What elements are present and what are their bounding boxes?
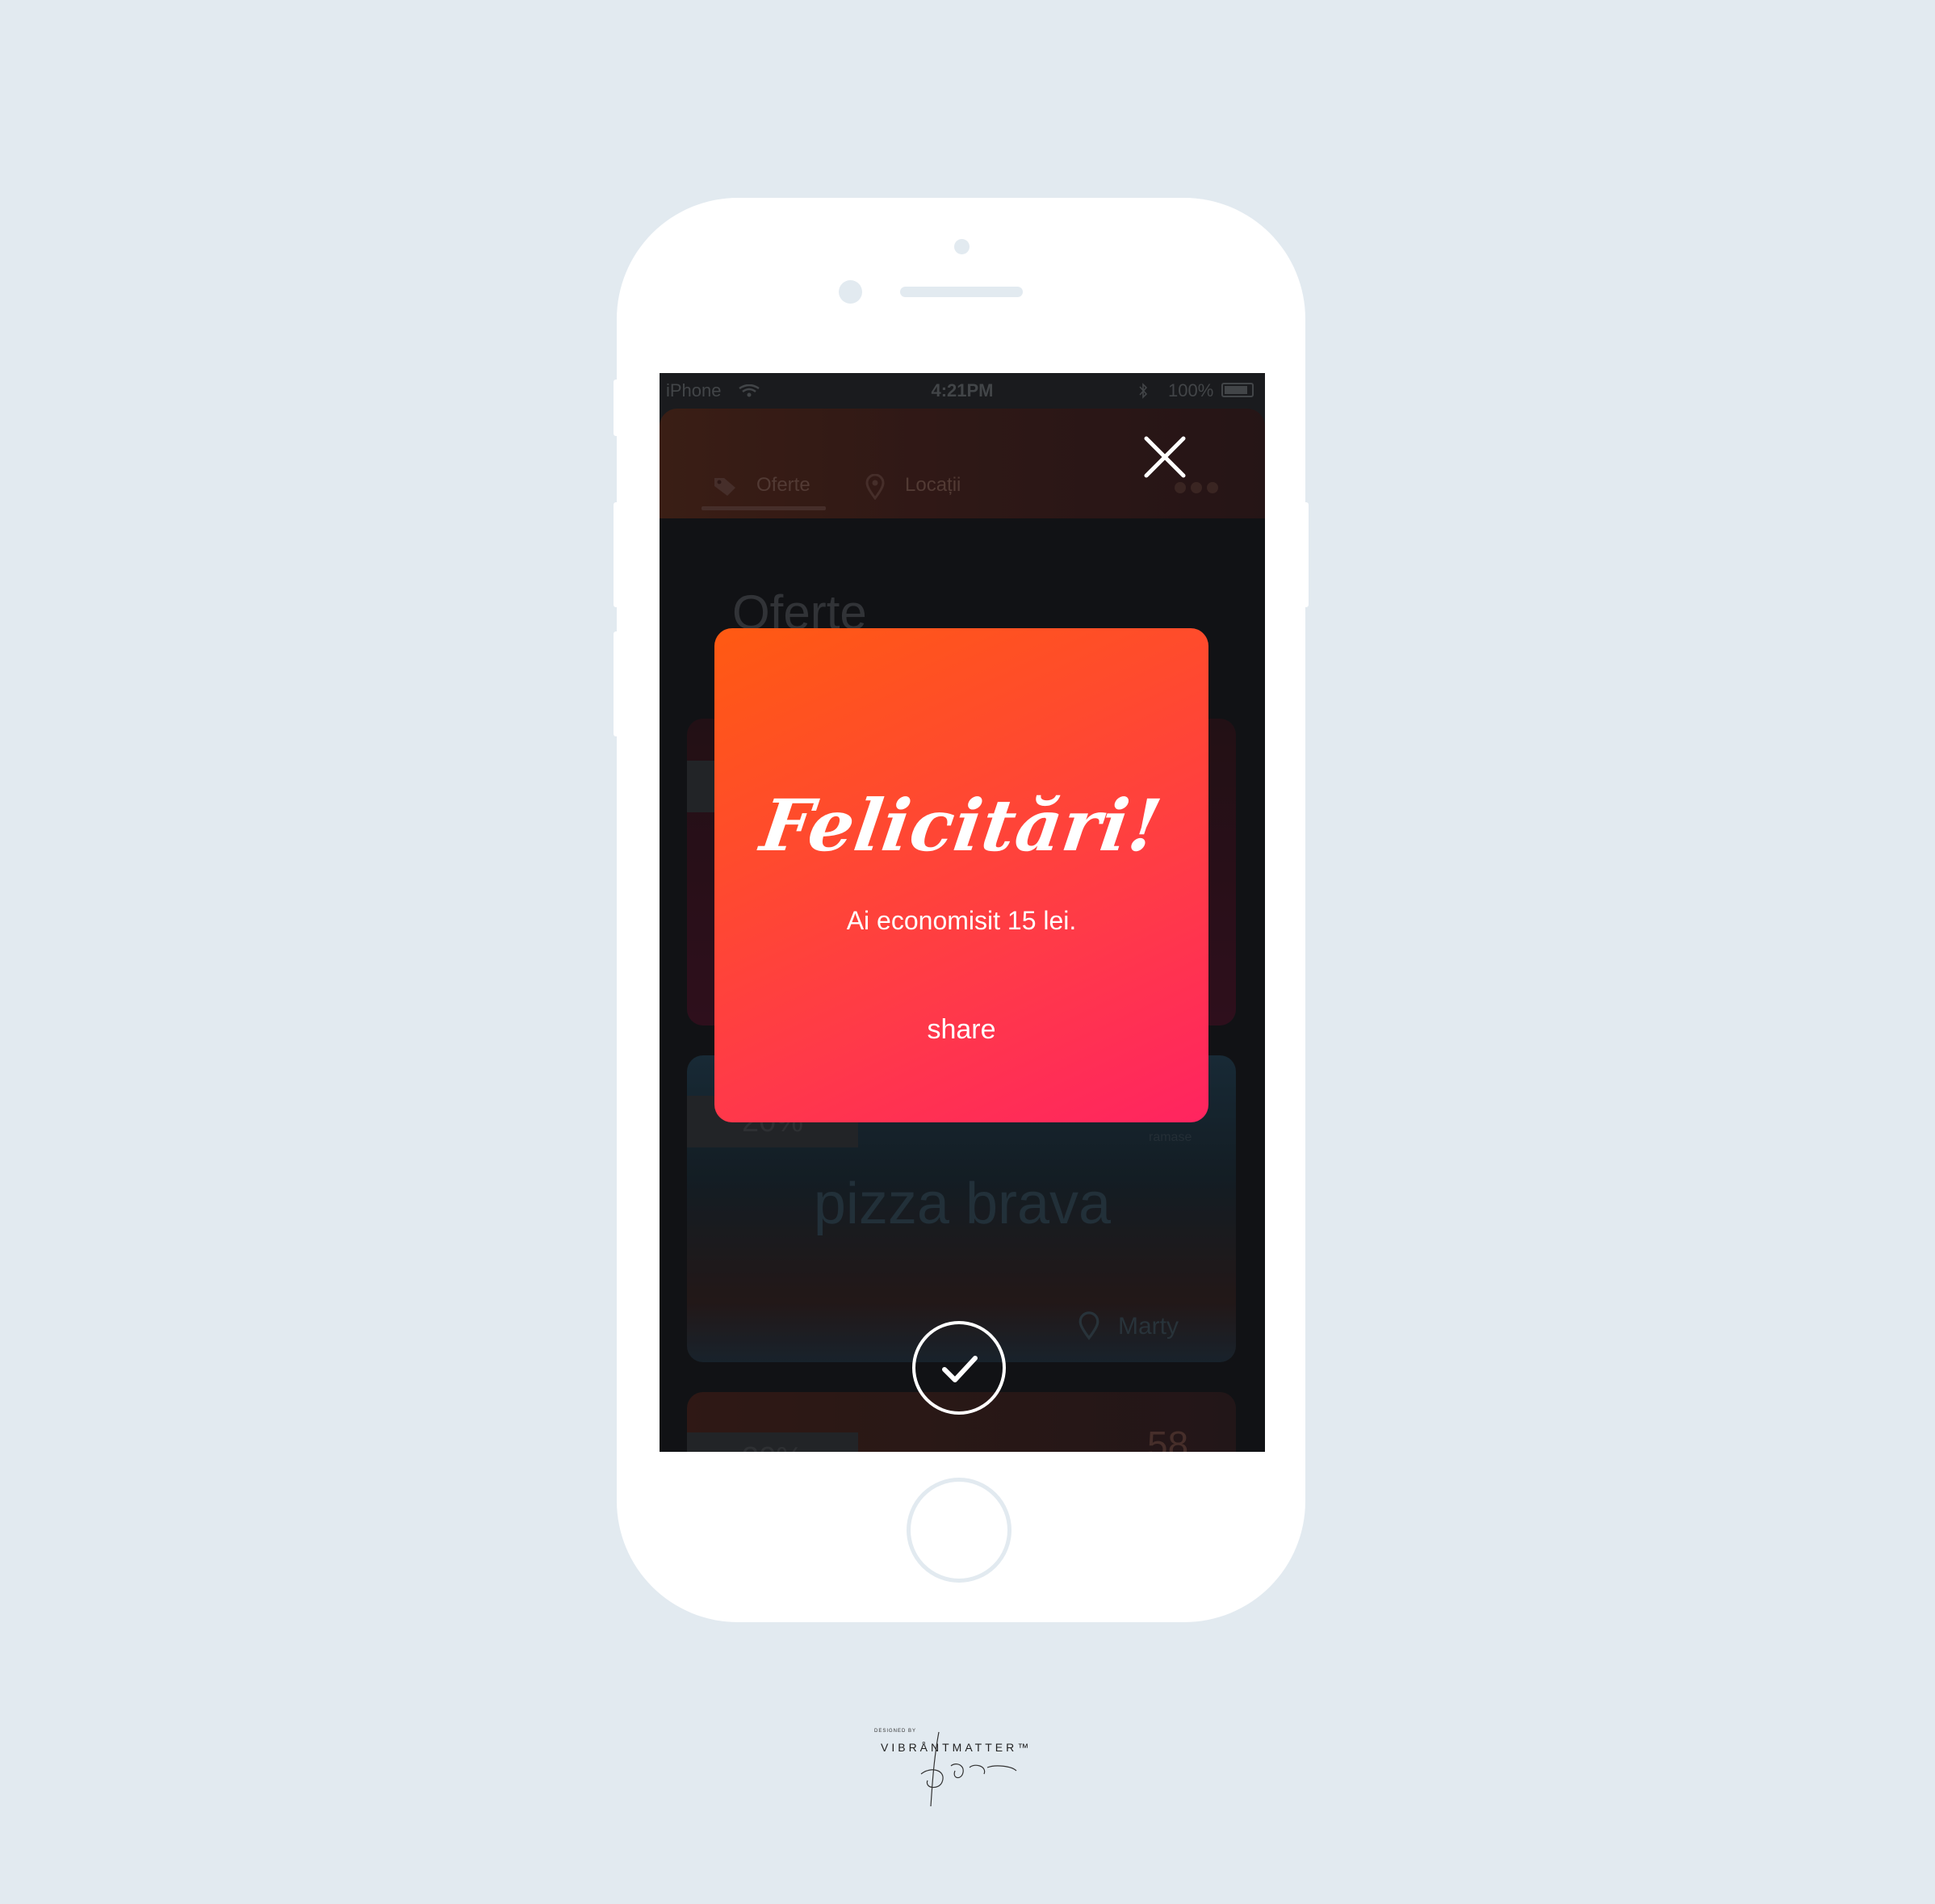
front-camera [839, 280, 862, 304]
designer-signature: DESIGNED BY VIBRÅNTMATTER™ [874, 1726, 1068, 1814]
congratulations-modal: Felicitări! Ai economisit 15 lei. share [714, 628, 1208, 1122]
modal-title: Felicitări! [756, 783, 1167, 867]
checkmark-icon [942, 1356, 978, 1382]
home-button[interactable] [907, 1478, 1011, 1583]
share-button[interactable]: share [714, 1014, 1208, 1046]
speaker-grille [900, 287, 1023, 297]
proximity-sensor [954, 239, 970, 254]
close-icon[interactable] [1144, 436, 1186, 478]
screen: iPhone 4:21PM 100% Oferte Locații Oferte… [660, 373, 1265, 1452]
handwritten-signature [920, 1731, 1017, 1807]
savings-message: Ai economisit 15 lei. [846, 906, 1077, 935]
confirm-button[interactable] [912, 1321, 1006, 1415]
